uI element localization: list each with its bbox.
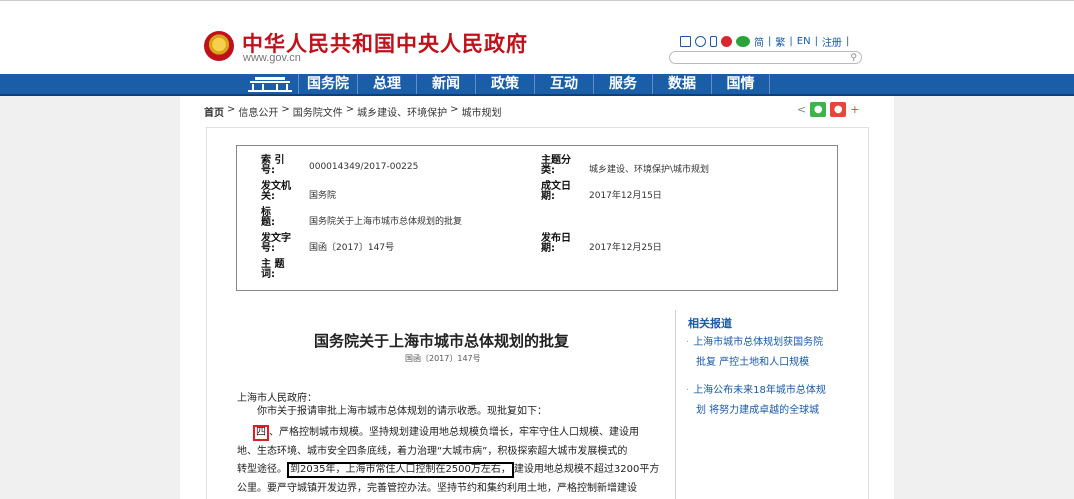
- related-item-line[interactable]: 上海市城市总体规划获国务院: [693, 337, 823, 348]
- register-link[interactable]: 注册: [822, 34, 842, 49]
- wechat-share-icon[interactable]: ●: [810, 102, 827, 117]
- breadcrumb-sep: >: [281, 104, 290, 115]
- divider: |: [845, 35, 850, 47]
- nav-item-news[interactable]: 新闻: [416, 74, 475, 94]
- article-paragraph: 你市关于报请审批上海市城市总体规划的请示收悉。现批复如下：: [257, 406, 547, 417]
- breadcrumb-sep: >: [345, 104, 355, 115]
- docno-label: 发文字号:: [261, 233, 291, 254]
- docno-value: 国函〔2017〕147号: [309, 243, 395, 253]
- issuer-label: 发文机关:: [261, 181, 291, 202]
- index-label: 索 引 号:: [261, 155, 285, 176]
- article-paragraph: 公里。要严守城镇开发边界，完善管控办法。坚持节约和集约利用土地，严格控制新增建设: [237, 483, 637, 494]
- header-tools: 简 | 繁 | EN | 注册 |: [680, 34, 850, 49]
- site-url: www.gov.cn: [243, 52, 301, 64]
- nav-item-premier[interactable]: 总理: [357, 74, 416, 94]
- article-paragraph: 四、严格控制城市规模。坚持规划建设用地总规模负增长，牢牢守住人口规模、建设用: [237, 425, 662, 441]
- date-label: 成文日期:: [541, 181, 571, 202]
- nav-item-country-info[interactable]: 国情: [711, 74, 770, 94]
- header-bar: [0, 0, 1074, 74]
- article-doc-number: 国函〔2017〕147号: [405, 354, 481, 363]
- breadcrumb-urban-planning[interactable]: 城市规划: [462, 104, 502, 119]
- article-text: 、严格控制城市规模。坚持规划建设用地总规模负增长，牢牢守住人口规模、建设用: [269, 427, 639, 438]
- mail-icon[interactable]: [680, 35, 691, 47]
- nav-item-policy[interactable]: 政策: [475, 74, 534, 94]
- related-reports-title: 相关报道: [688, 317, 732, 330]
- breadcrumb-sep: >: [450, 104, 459, 115]
- lang-english-link[interactable]: EN: [797, 36, 811, 47]
- related-item[interactable]: · 上海公布未来18年城市总体规 划 将努力建成卓越的全球城: [686, 381, 866, 421]
- lang-simplified-link[interactable]: 简: [754, 34, 764, 49]
- title-label: 标 题:: [261, 207, 291, 228]
- search-icon[interactable]: ⚲: [850, 53, 857, 63]
- article-paragraph: 地、生态环境、城市安全四条底线，着力治理“大城市病”，积极探索超大城市发展模式的: [237, 446, 628, 457]
- bullet-icon: ·: [686, 385, 690, 396]
- breadcrumb-state-council-docs[interactable]: 国务院文件: [293, 104, 343, 119]
- breadcrumb-urban-construction[interactable]: 城乡建设、环境保护: [357, 104, 447, 119]
- national-emblem-icon[interactable]: [204, 31, 234, 61]
- title-value: 国务院关于上海市城市总体规划的批复: [309, 217, 463, 227]
- lang-traditional-link[interactable]: 繁: [775, 34, 785, 49]
- divider: |: [789, 35, 793, 47]
- share-bar: < ● ● +: [797, 102, 859, 117]
- pubdate-value: 2017年12月25日: [589, 243, 662, 253]
- related-item-line[interactable]: 上海公布未来18年城市总体规: [693, 385, 826, 396]
- article-title: 国务院关于上海市城市总体规划的批复: [314, 332, 570, 350]
- breadcrumb: 首页 > 信息公开 > 国务院文件 > 城乡建设、环境保护 > 城市规划: [204, 104, 502, 119]
- document-metadata-table: 索 引 号: 000014349/2017-00225 主题分类: 城乡建设、环…: [236, 145, 838, 291]
- topic-value: 城乡建设、环境保护\城市规划: [589, 165, 710, 175]
- weibo-icon[interactable]: [721, 35, 732, 47]
- mobile-icon[interactable]: [710, 35, 717, 47]
- wechat-icon[interactable]: [736, 35, 750, 47]
- index-value: 000014349/2017-00225: [309, 162, 419, 172]
- divider: |: [814, 35, 818, 47]
- pubdate-label: 发布日期:: [541, 233, 571, 254]
- nav-item-interaction[interactable]: 互动: [534, 74, 593, 94]
- bullet-icon: ·: [686, 337, 690, 348]
- more-share-icon[interactable]: +: [850, 103, 859, 116]
- keywords-label: 主 题 词:: [261, 259, 285, 280]
- issuer-value: 国务院: [309, 191, 337, 201]
- breadcrumb-sep: >: [227, 104, 236, 115]
- article-text: 建设用地总规模不超过3200平方: [513, 464, 660, 475]
- nav-item-state-council[interactable]: 国务院: [298, 74, 357, 94]
- nav-home-icon[interactable]: [244, 74, 296, 94]
- related-divider: [675, 310, 676, 499]
- share-icon[interactable]: <: [797, 103, 806, 116]
- accessibility-icon[interactable]: [695, 35, 706, 47]
- related-item-line[interactable]: 批复 严控土地和人口规模: [696, 357, 809, 368]
- article-addressee: 上海市人民政府：: [237, 393, 317, 404]
- search-input[interactable]: ⚲: [669, 51, 862, 64]
- highlight-box-red: 四: [253, 425, 269, 441]
- breadcrumb-info-disclosure[interactable]: 信息公开: [238, 104, 278, 119]
- topic-label: 主题分类:: [541, 155, 571, 176]
- nav-item-services[interactable]: 服务: [593, 74, 652, 94]
- nav-item-data[interactable]: 数据: [652, 74, 711, 94]
- breadcrumb-home[interactable]: 首页: [204, 104, 224, 119]
- related-item[interactable]: · 上海市城市总体规划获国务院 批复 严控土地和人口规模: [686, 333, 866, 373]
- date-value: 2017年12月15日: [589, 191, 662, 201]
- divider: |: [768, 35, 772, 47]
- article-text: 转型途径。: [237, 464, 287, 475]
- highlight-box-black: 到2035年，上海市常住人口控制在2500万左右，: [287, 462, 514, 478]
- related-item-line[interactable]: 划 将努力建成卓越的全球城: [696, 405, 819, 416]
- article-paragraph: 转型途径。 到2035年，上海市常住人口控制在2500万左右， 建设用地总规模不超过…: [237, 462, 662, 478]
- main-nav: 国务院 总理 新闻 政策 互动 服务 数据 国情: [0, 74, 1074, 96]
- weibo-share-icon[interactable]: ●: [830, 102, 847, 117]
